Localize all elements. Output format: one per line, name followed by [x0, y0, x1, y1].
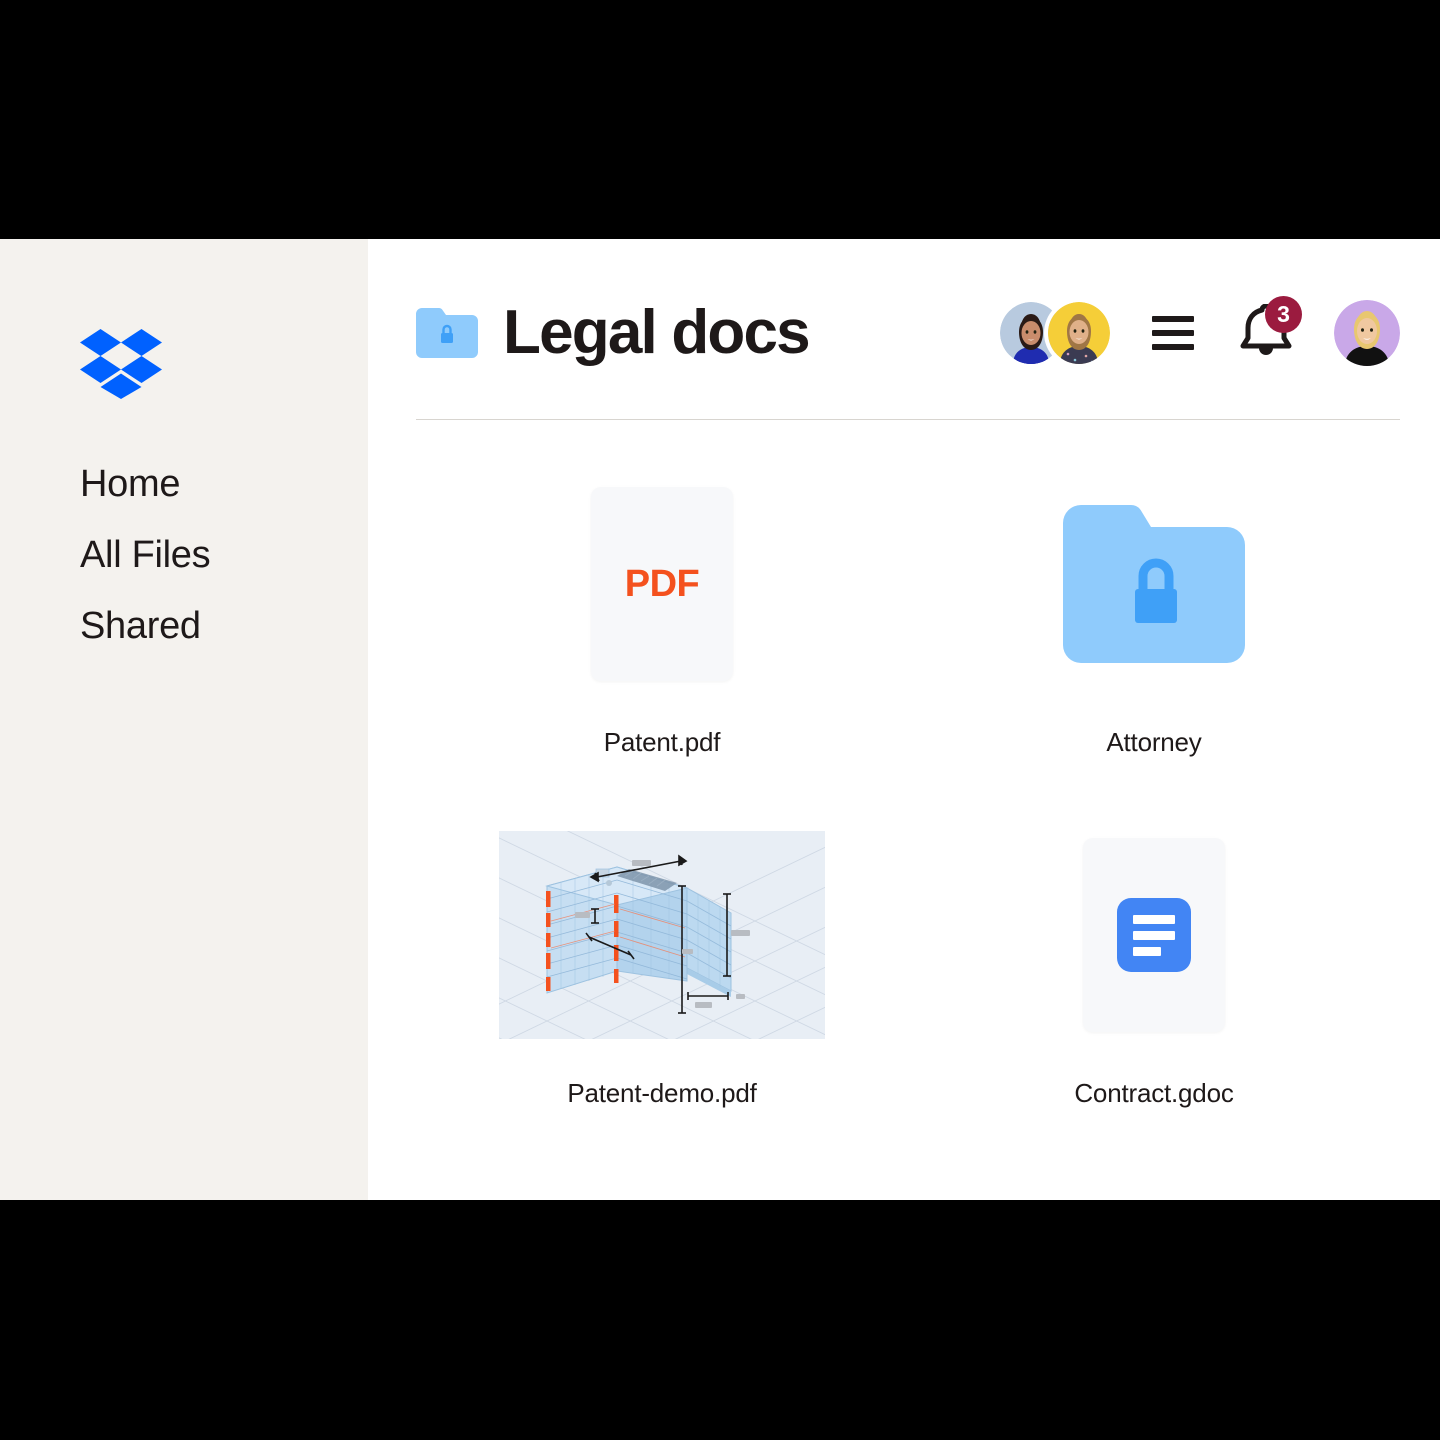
- dropbox-app-window: Home All Files Shared Legal docs 3 PDF P…: [0, 239, 1440, 1200]
- file-thumbnail: [499, 820, 825, 1050]
- dropbox-logo-icon[interactable]: [80, 329, 162, 399]
- header-actions: 3: [1000, 296, 1400, 366]
- file-name-label: Patent-demo.pdf: [567, 1078, 757, 1108]
- sidebar-item-shared[interactable]: Shared: [80, 607, 210, 645]
- google-docs-icon: [1117, 898, 1191, 972]
- shared-members-avatars[interactable]: [1000, 302, 1110, 364]
- file-item[interactable]: Contract.gdoc: [908, 820, 1400, 1109]
- pdf-badge-label: PDF: [624, 562, 700, 605]
- hamburger-menu-icon[interactable]: [1152, 316, 1194, 350]
- notification-count-badge: 3: [1265, 296, 1302, 333]
- file-item[interactable]: Patent-demo.pdf: [416, 820, 908, 1109]
- sidebar-item-label: Home: [80, 463, 181, 505]
- hamburger-bar: [1152, 316, 1194, 322]
- sidebar: Home All Files Shared: [0, 239, 368, 1200]
- gdoc-line: [1133, 946, 1161, 956]
- sidebar-item-label: Shared: [80, 605, 201, 647]
- page-header: Legal docs 3: [416, 287, 1400, 379]
- main-content: Legal docs 3 PDF Patent.pdf Attorney Pat…: [368, 239, 1440, 1200]
- pdf-file-icon: PDF: [591, 487, 733, 681]
- hamburger-bar: [1152, 344, 1194, 350]
- file-name-label: Contract.gdoc: [1074, 1078, 1234, 1108]
- notifications-button[interactable]: 3: [1236, 296, 1302, 362]
- screenshot-root: Home All Files Shared Legal docs 3 PDF P…: [0, 0, 1440, 1440]
- member-avatar-2[interactable]: [1048, 302, 1110, 364]
- file-item[interactable]: PDF Patent.pdf: [416, 469, 908, 758]
- gdoc-line: [1133, 930, 1175, 940]
- file-item[interactable]: Attorney: [908, 469, 1400, 758]
- sidebar-item-all-files[interactable]: All Files: [80, 534, 211, 576]
- file-thumbnail: [1063, 469, 1245, 699]
- gdoc-line: [1133, 914, 1175, 924]
- locked-folder-icon: [1063, 505, 1245, 663]
- file-name-label: Patent.pdf: [603, 727, 721, 757]
- gdoc-file-card: [1083, 838, 1225, 1032]
- page-title: Legal docs: [503, 298, 811, 367]
- header-divider: [416, 419, 1400, 420]
- cad-building-preview: [499, 831, 825, 1039]
- profile-avatar[interactable]: [1334, 300, 1400, 366]
- sidebar-item-label: All Files: [80, 534, 211, 576]
- file-name-label: Attorney: [1106, 727, 1202, 757]
- locked-folder-icon: [416, 308, 478, 358]
- file-thumbnail: [1083, 820, 1225, 1050]
- hamburger-bar: [1152, 330, 1194, 336]
- file-grid: PDF Patent.pdf Attorney Patent-demo.pdf …: [416, 469, 1400, 1109]
- sidebar-item-home[interactable]: Home: [80, 465, 210, 503]
- sidebar-nav: Home All Files Shared: [80, 465, 211, 678]
- file-thumbnail: PDF: [591, 469, 733, 699]
